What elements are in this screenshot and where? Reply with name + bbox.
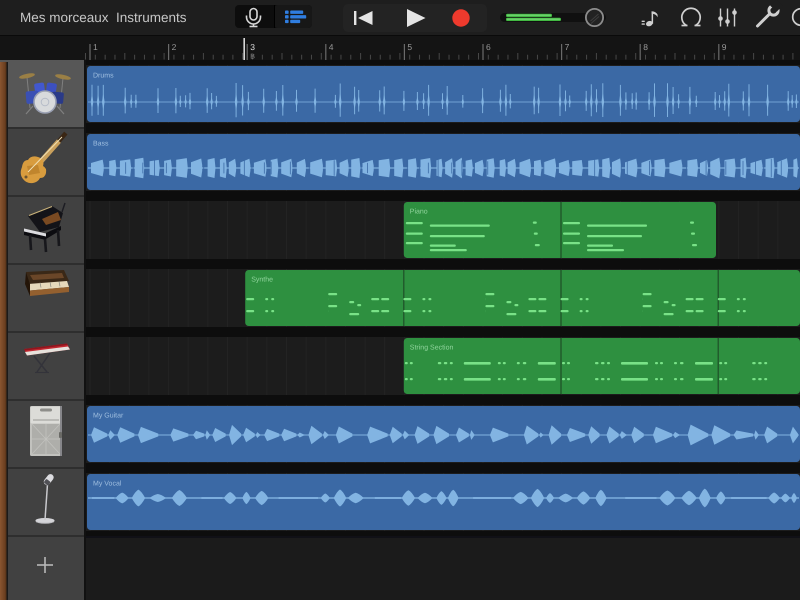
svg-text:String Section: String Section	[410, 344, 454, 352]
svg-text:2: 2	[172, 42, 177, 52]
svg-text:9: 9	[722, 42, 727, 52]
svg-text:My Guitar: My Guitar	[93, 412, 124, 420]
svg-text:Synthe: Synthe	[251, 276, 273, 284]
svg-text:4: 4	[329, 42, 334, 52]
svg-text:B: B	[250, 54, 255, 61]
svg-text:6: 6	[486, 42, 491, 52]
svg-text:Drums: Drums	[93, 73, 114, 80]
svg-text:8: 8	[643, 42, 648, 52]
svg-text:5: 5	[407, 42, 412, 52]
svg-text:7: 7	[565, 42, 570, 52]
svg-text:Instruments: Instruments	[116, 10, 187, 25]
svg-text:Mes morceaux: Mes morceaux	[20, 10, 109, 25]
svg-text:Piano: Piano	[410, 208, 428, 216]
svg-text:My Vocal: My Vocal	[93, 480, 122, 488]
svg-text:Bass: Bass	[93, 141, 109, 148]
svg-text:3: 3	[250, 42, 255, 52]
svg-text:1: 1	[93, 42, 98, 52]
